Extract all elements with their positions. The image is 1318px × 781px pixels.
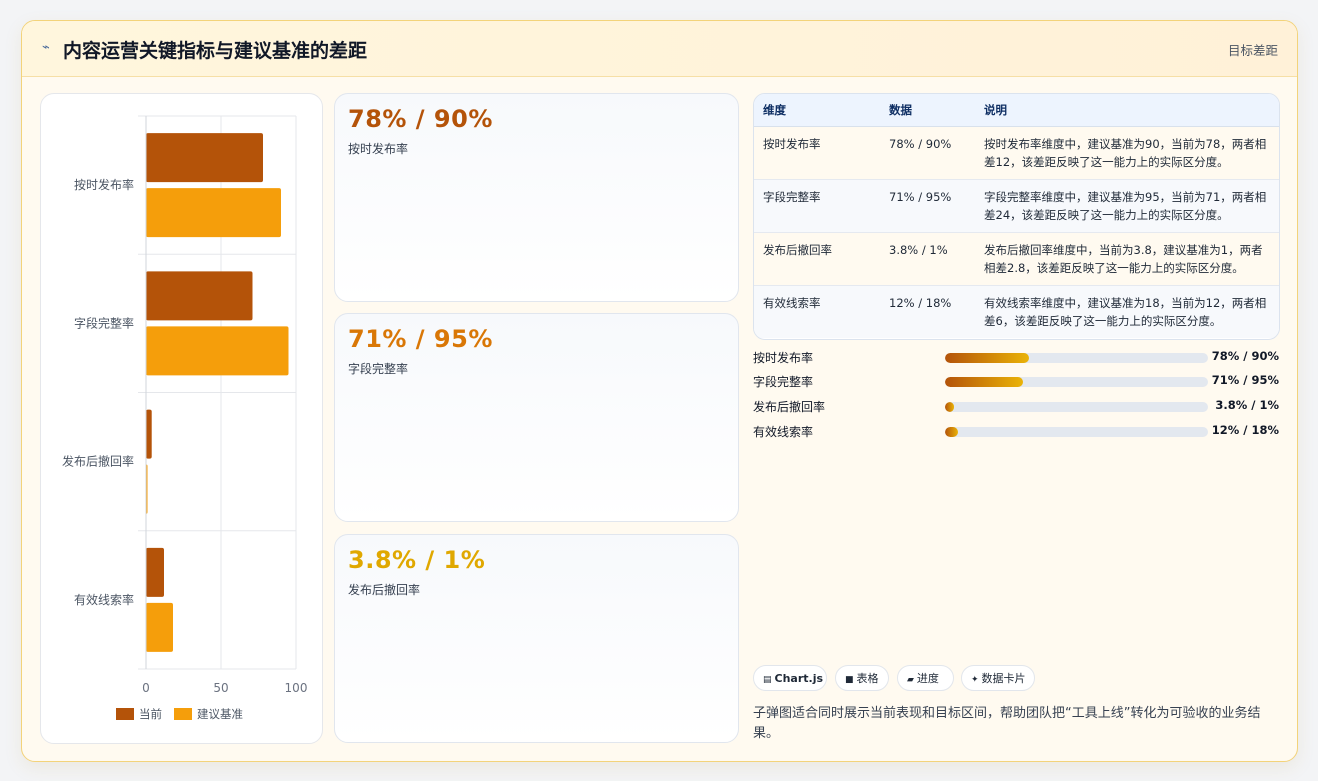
progress-label: 有效线索率: [753, 425, 814, 439]
kpi-label: 按时发布率: [348, 142, 409, 156]
progress-icon: ▰: [907, 675, 914, 685]
tag-table[interactable]: ■ 表格: [835, 665, 889, 691]
y-tick-label: 发布后撤回率: [62, 454, 134, 469]
tag-label: 数据卡片: [981, 672, 1026, 685]
progress-fill: [945, 402, 955, 412]
tag-progress[interactable]: ▰ 进度: [897, 665, 954, 691]
data-table: 维度 数据 说明 按时发布率 78% / 90% 按时发布率维度中，建议基准为9…: [753, 93, 1280, 340]
table-cell: 按时发布率: [754, 126, 880, 180]
bar-chart: 0 50 100 按时发布率字段完整率发布后撤回率有效线索率当前 建议基准: [62, 115, 308, 721]
progress-track: [945, 402, 1208, 412]
table-cell: 有效线索率: [754, 285, 880, 338]
legend-label: 当前: [139, 707, 162, 721]
x-tick-label: 0: [142, 681, 150, 695]
column-header: 说明: [975, 94, 1279, 127]
progress-fill: [945, 427, 959, 437]
progress-fill: [945, 353, 1030, 363]
bar-current: [146, 409, 152, 459]
table-icon: ■: [845, 675, 854, 685]
table-cell: 3.8% / 1%: [880, 232, 975, 286]
card-header: ⌁ 内容运营关键指标与建议基准的差距 目标差距: [22, 21, 1297, 77]
bar-current: [146, 547, 164, 597]
tag-chartjs[interactable]: ▤ Chart.js: [753, 665, 827, 691]
chart-line-icon: ⌁: [42, 40, 50, 55]
table-row: 按时发布率 78% / 90% 按时发布率维度中，建议基准为90，当前为78，两…: [754, 126, 1279, 180]
progress-track: [945, 377, 1208, 387]
bar-benchmark: [146, 188, 281, 238]
table-row: 字段完整率 71% / 95% 字段完整率维度中，建议基准为95，当前为71，两…: [754, 179, 1279, 233]
progress-row: 发布后撤回率 3.8% / 1%: [753, 397, 1279, 417]
legend-swatch: [174, 708, 192, 720]
legend-swatch: [116, 708, 134, 720]
y-tick-label: 按时发布率: [74, 177, 134, 192]
progress-value: 78% / 90%: [1211, 349, 1279, 363]
table-cell: 字段完整率维度中，建议基准为95，当前为71，两者相差24，该差距反映了这一能力…: [975, 179, 1279, 233]
progress-track: [945, 353, 1208, 363]
sparkle-icon: ✦: [971, 675, 979, 685]
y-tick-label: 字段完整率: [74, 315, 134, 330]
kpi-card: 78% / 90% 按时发布率: [334, 93, 739, 302]
table-cell: 12% / 18%: [880, 285, 975, 338]
y-tick-label: 有效线索率: [74, 592, 134, 607]
kpi-card: 3.8% / 1% 发布后撤回率: [334, 534, 739, 743]
tag-label: 进度: [916, 672, 939, 685]
progress-value: 12% / 18%: [1211, 423, 1279, 437]
footnote: 子弹图适合同时展示当前表现和目标区间，帮助团队把“工具上线”转化为可验收的业务结…: [753, 706, 1261, 741]
table-cell: 有效线索率维度中，建议基准为18，当前为12，两者相差6，该差距反映了这一能力上…: [975, 285, 1279, 338]
progress-label: 按时发布率: [753, 351, 814, 365]
progress-label: 发布后撤回率: [753, 400, 826, 414]
progress-row: 按时发布率 78% / 90%: [753, 348, 1279, 368]
bar-current: [146, 271, 253, 321]
kpi-value: 78% / 90%: [348, 105, 493, 133]
chart-panel: 0 50 100 按时发布率字段完整率发布后撤回率有效线索率当前 建议基准: [40, 93, 323, 744]
table-cell: 71% / 95%: [880, 179, 975, 233]
column-header: 维度: [754, 94, 880, 127]
table-cell: 78% / 90%: [880, 126, 975, 180]
table-cell: 发布后撤回率: [754, 232, 880, 286]
kpi-label: 发布后撤回率: [348, 583, 421, 597]
page-title: 内容运营关键指标与建议基准的差距: [63, 40, 368, 62]
progress-track: [945, 427, 1208, 437]
progress-label: 字段完整率: [753, 375, 814, 389]
progress-value: 3.8% / 1%: [1215, 398, 1279, 412]
tag-label: 表格: [856, 672, 879, 685]
kpi-value: 3.8% / 1%: [348, 546, 486, 574]
x-tick-label: 50: [213, 681, 228, 695]
dashboard-card: ⌁ 内容运营关键指标与建议基准的差距 目标差距 0 50 100 按时发布率 字段完整率…: [21, 20, 1298, 762]
progress-row: 字段完整率 71% / 95%: [753, 372, 1279, 392]
tag-label: Chart.js: [774, 672, 824, 685]
column-header: 数据: [880, 94, 975, 127]
table-header-row: 维度 数据 说明: [754, 94, 1279, 127]
table-cell: 按时发布率维度中，建议基准为90，当前为78，两者相差12，该差距反映了这一能力…: [975, 126, 1279, 180]
progress-value: 71% / 95%: [1211, 373, 1279, 387]
x-tick-label: 100: [285, 681, 308, 695]
tag-data-card[interactable]: ✦ 数据卡片: [961, 665, 1035, 691]
kpi-label: 字段完整率: [348, 362, 409, 376]
bar-current: [146, 133, 263, 183]
header-badge: 目标差距: [1227, 43, 1278, 58]
progress-row: 有效线索率 12% / 18%: [753, 422, 1279, 442]
bar-benchmark: [146, 326, 289, 376]
chart-icon: ▤: [763, 675, 772, 685]
kpi-card: 71% / 95% 字段完整率: [334, 313, 739, 522]
progress-fill: [945, 377, 1023, 387]
bar-benchmark: [146, 602, 173, 652]
table-cell: 字段完整率: [754, 179, 880, 233]
legend-label: 建议基准: [197, 707, 243, 721]
table-row: 发布后撤回率 3.8% / 1% 发布后撤回率维度中，当前为3.8，建议基准为1…: [754, 232, 1279, 286]
kpi-value: 71% / 95%: [348, 325, 493, 353]
table-cell: 发布后撤回率维度中，当前为3.8，建议基准为1，两者相差2.8，该差距反映了这一…: [975, 232, 1279, 286]
table-row: 有效线索率 12% / 18% 有效线索率维度中，建议基准为18，当前为12，两…: [754, 285, 1279, 338]
